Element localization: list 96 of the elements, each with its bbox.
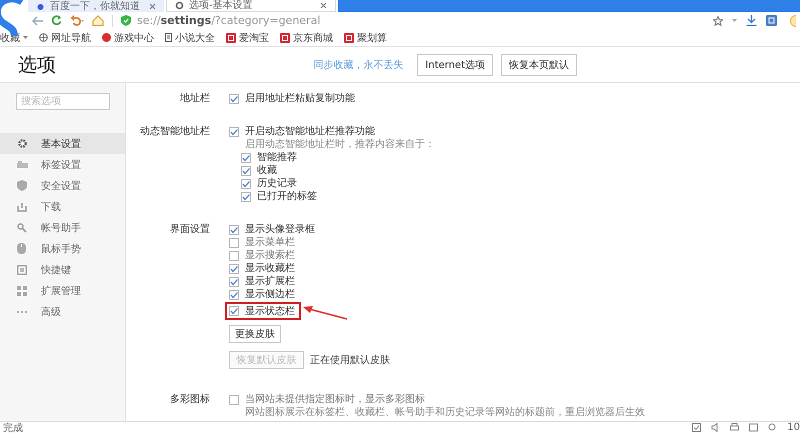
checkbox-label: 显示头像登录框 <box>245 223 315 236</box>
refresh-icon[interactable] <box>51 15 62 26</box>
browser-tab[interactable]: 选项-基本设置 <box>166 0 336 12</box>
section-label: 多彩图标 <box>169 393 211 407</box>
checkbox[interactable] <box>229 224 239 234</box>
bookmark-item[interactable]: 游戏中心 <box>102 30 154 44</box>
gear-icon <box>17 138 28 149</box>
printer-icon[interactable] <box>730 423 740 432</box>
zoom-icon[interactable] <box>768 423 778 432</box>
sidebar-item[interactable]: 快捷键 <box>0 259 125 280</box>
sidebar-item[interactable]: 高级 <box>0 301 125 322</box>
browser-tab[interactable]: 百度一下，你就知道 <box>28 0 164 12</box>
download-icon[interactable] <box>746 15 757 26</box>
checkbox[interactable] <box>229 94 239 104</box>
sidebar-item[interactable]: 帐号助手 <box>0 217 125 238</box>
skin-button[interactable]: 更换皮肤 <box>229 325 281 343</box>
checkbox[interactable] <box>241 178 251 188</box>
tabs-icon <box>17 160 28 168</box>
mouse-icon <box>17 243 26 254</box>
checkbox[interactable] <box>229 306 239 316</box>
checkbox[interactable] <box>229 290 239 300</box>
header-button[interactable]: 恢复本页默认 <box>501 54 577 76</box>
close-icon[interactable] <box>320 2 327 9</box>
sidebar-item[interactable]: 下载 <box>0 196 125 217</box>
document-icon <box>165 33 172 42</box>
checkbox[interactable] <box>229 264 239 274</box>
shield-check-icon <box>121 15 131 26</box>
shop-tile-icon <box>280 32 290 42</box>
tray-icon <box>17 202 27 212</box>
checkbox-label: 智能推荐 <box>257 151 297 164</box>
checkbox-label: 开启动态智能地址栏推荐功能 <box>245 125 375 138</box>
checkbox[interactable] <box>229 126 239 136</box>
checkbox-label: 收藏 <box>257 164 277 177</box>
app-square-icon[interactable] <box>766 15 777 26</box>
section-label: 界面设置 <box>169 223 211 237</box>
checkbox[interactable] <box>241 192 251 202</box>
star-icon[interactable] <box>713 16 723 26</box>
caret-icon[interactable] <box>732 19 737 22</box>
pointer-arrow-icon <box>301 304 349 320</box>
sidebar-item[interactable]: 安全设置 <box>0 175 125 196</box>
globe-icon <box>39 33 48 42</box>
checkbox[interactable] <box>241 152 251 162</box>
caret-icon <box>23 36 28 39</box>
grid-icon <box>17 286 27 296</box>
sidebar-item[interactable]: 基本设置 <box>0 133 125 154</box>
checkbox-label: 显示菜单栏 <box>245 236 295 249</box>
hint-text: 网站图标展示在标签栏、收藏栏、帐号助手和历史记录等网站的标题前，重启浏览器后生效 <box>244 406 645 419</box>
gear-icon <box>175 1 184 10</box>
tab-title: 选项-基本设置 <box>189 0 254 11</box>
checkbox-label: 历史记录 <box>257 177 297 190</box>
header-button[interactable]: Internet选项 <box>417 54 493 76</box>
hint-text: 启用动态智能地址栏时，推荐内容来自于： <box>244 138 435 151</box>
undo-icon[interactable] <box>70 15 84 26</box>
keyboard-icon <box>17 264 27 274</box>
sidebar-item[interactable]: 鼠标手势 <box>0 238 125 259</box>
zoom-level[interactable]: 10 <box>787 422 800 433</box>
sync-link[interactable]: 同步收藏，永不丢失 <box>313 58 404 72</box>
url-text: se://settings/?category=general <box>137 14 320 27</box>
back-icon[interactable] <box>32 16 43 26</box>
home-icon[interactable] <box>92 15 104 26</box>
bookmark-item[interactable]: 京东商城 <box>280 30 333 44</box>
address-bar[interactable]: se://settings/?category=general <box>121 14 705 27</box>
sidebar-item[interactable]: 标签设置 <box>0 154 125 175</box>
checkbox-label: 显示扩展栏 <box>245 275 295 288</box>
skin-status: 正在使用默认皮肤 <box>310 354 390 366</box>
shield-icon <box>17 180 27 191</box>
section-label: 地址栏 <box>179 92 211 105</box>
close-icon[interactable] <box>149 2 156 10</box>
checkbox[interactable] <box>229 276 239 286</box>
sidebar-item[interactable]: 扩展管理 <box>0 280 125 301</box>
checkbox-label: 已打开的标签 <box>257 190 317 203</box>
shop-tile-icon <box>344 32 354 42</box>
image-icon[interactable] <box>749 423 758 432</box>
search-field[interactable]: 搜索选项 <box>16 93 110 110</box>
status-text: 完成 <box>3 422 23 433</box>
bookmark-item[interactable]: 聚划算 <box>344 30 387 44</box>
checkbox[interactable] <box>229 250 239 260</box>
checkbox[interactable] <box>241 166 251 176</box>
page-title: 选项 <box>18 52 56 78</box>
checkbox-label: 显示收藏栏 <box>245 262 295 275</box>
check-square-icon[interactable] <box>692 423 702 432</box>
checkbox[interactable] <box>229 394 239 404</box>
bookmark-item[interactable]: 爱淘宝 <box>226 30 269 44</box>
checkbox[interactable] <box>229 238 239 248</box>
game-icon <box>102 33 111 42</box>
checkbox-label: 显示搜索栏 <box>245 249 295 262</box>
checkbox-label: 当网站未提供指定图标时，显示多彩图标 <box>245 393 425 406</box>
shop-tile-icon <box>226 32 236 42</box>
checkbox-label: 显示状态栏 <box>245 304 295 318</box>
bookmark-item[interactable]: 网址导航 <box>39 30 91 44</box>
section-label: 动态智能地址栏 <box>139 125 211 139</box>
checkbox-label: 启用地址栏粘贴复制功能 <box>245 92 355 105</box>
speaker-icon[interactable] <box>711 423 720 432</box>
checkbox-label: 显示侧边栏 <box>245 288 295 301</box>
bookmark-item[interactable]: 小说大全 <box>165 30 215 44</box>
tab-title: 百度一下，你就知道 <box>50 0 141 12</box>
